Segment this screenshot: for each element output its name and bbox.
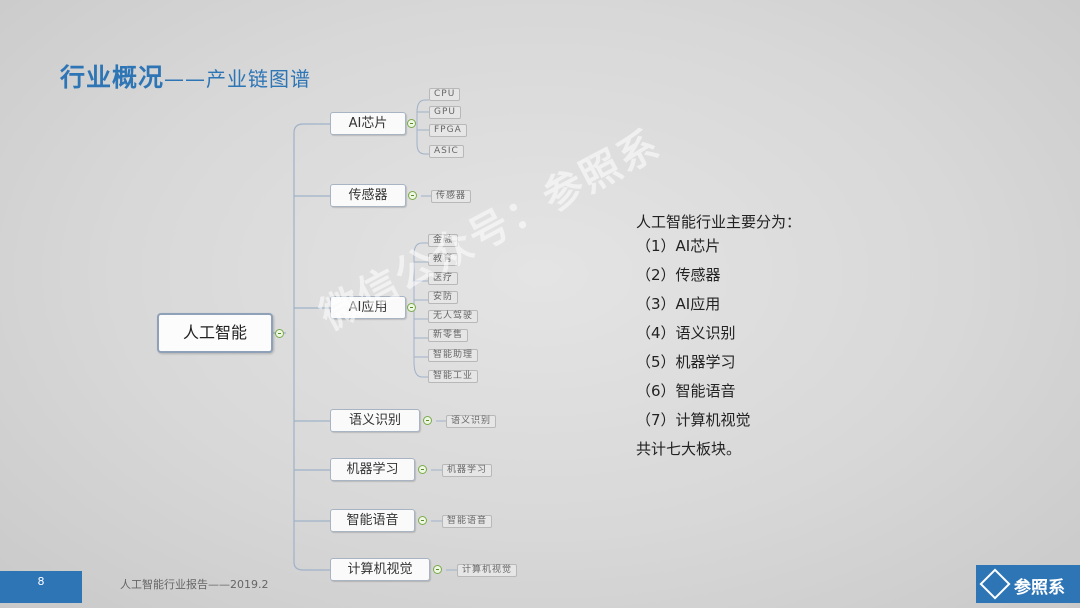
leaf-finance: 金融 [428, 234, 459, 247]
logo-mark-icon [979, 568, 1011, 600]
branch-ai-application: AI应用 [330, 296, 406, 319]
summary-item: （2）传感器 [636, 266, 721, 284]
leaf-computer-vision: 计算机视觉 [457, 564, 518, 577]
leaf-fpga: FPGA [429, 124, 467, 137]
leaf-machine-learning: 机器学习 [442, 464, 493, 477]
sensor-collapse-toggle[interactable] [408, 191, 417, 200]
summary-item: （6）智能语音 [636, 382, 736, 400]
leaf-smart-voice: 智能语音 [442, 515, 493, 528]
semantic-recognition-collapse-toggle[interactable] [423, 416, 432, 425]
root-collapse-toggle[interactable] [275, 329, 284, 338]
leaf-medical: 医疗 [428, 272, 459, 285]
smart-voice-collapse-toggle[interactable] [418, 516, 427, 525]
summary-item: （5）机器学习 [636, 353, 736, 371]
leaf-security: 安防 [428, 291, 459, 304]
summary-item: （1）AI芯片 [636, 237, 721, 255]
leaf-autonomous-driving: 无人驾驶 [428, 310, 479, 323]
mindmap-root: 人工智能 [157, 313, 273, 353]
computer-vision-collapse-toggle[interactable] [433, 565, 442, 574]
summary-text-block: 人工智能行业主要分为： （1）AI芯片 （2）传感器 （3）AI应用 （4）语义… [636, 211, 801, 467]
leaf-new-retail: 新零售 [428, 329, 469, 342]
branch-computer-vision: 计算机视觉 [330, 558, 430, 581]
page-number: 8 [0, 571, 82, 603]
branch-semantic-recognition: 语义识别 [330, 409, 420, 432]
leaf-asic: ASIC [429, 145, 464, 158]
leaf-cpu: CPU [429, 88, 461, 101]
leaf-semantic-recognition: 语义识别 [446, 415, 497, 428]
summary-conclusion: 共计七大板块。 [636, 440, 742, 458]
branch-machine-learning: 机器学习 [330, 458, 415, 481]
mindmap-connectors [273, 99, 457, 571]
machine-learning-collapse-toggle[interactable] [418, 465, 427, 474]
summary-item: （3）AI应用 [636, 295, 721, 313]
leaf-education: 教育 [428, 253, 459, 266]
leaf-smart-assistant: 智能助理 [428, 349, 479, 362]
leaf-smart-industry: 智能工业 [428, 370, 479, 383]
ai-chip-collapse-toggle[interactable] [407, 119, 416, 128]
footer-text: 人工智能行业报告——2019.2 [120, 578, 269, 591]
ai-application-collapse-toggle[interactable] [407, 303, 416, 312]
branch-ai-chip: AI芯片 [330, 112, 406, 135]
brand-logo: 参照系 [976, 565, 1080, 603]
logo-name: 参照系 [1014, 578, 1065, 598]
summary-intro: 人工智能行业主要分为： [636, 213, 802, 231]
leaf-sensor: 传感器 [431, 190, 472, 203]
branch-sensor: 传感器 [330, 184, 406, 207]
summary-item: （4）语义识别 [636, 324, 736, 342]
summary-item: （7）计算机视觉 [636, 411, 751, 429]
leaf-gpu: GPU [429, 106, 461, 119]
branch-smart-voice: 智能语音 [330, 509, 415, 532]
